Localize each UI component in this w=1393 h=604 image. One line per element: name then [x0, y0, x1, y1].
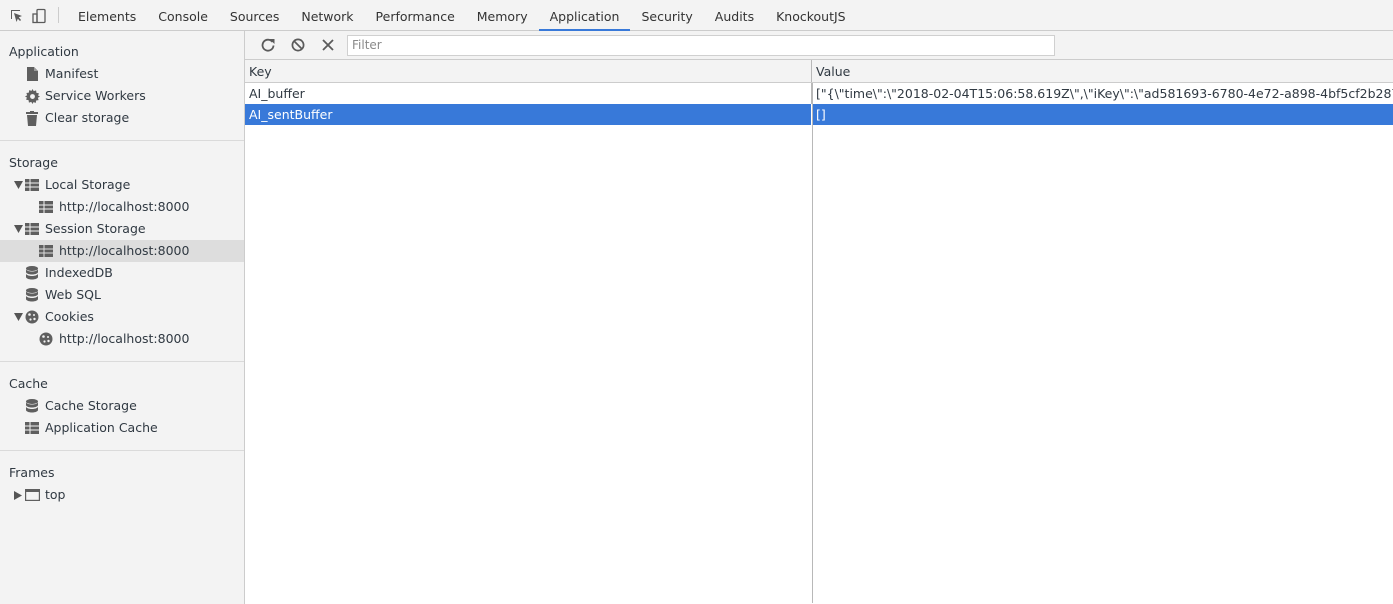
column-header-value[interactable]: Value — [812, 60, 1393, 82]
grid-header: Key Value — [245, 60, 1393, 83]
sidebar-item-frame-top[interactable]: top — [0, 484, 244, 506]
triangle-right-icon[interactable] — [12, 490, 24, 500]
sidebar-item-label: Cache Storage — [45, 398, 137, 413]
tab-performance[interactable]: Performance — [365, 0, 466, 31]
triangle-down-icon[interactable] — [12, 313, 24, 321]
table-row[interactable]: AI_sentBuffer [] — [245, 104, 1393, 125]
sidebar-item-web-sql[interactable]: Web SQL — [0, 284, 244, 306]
sidebar-item-session-storage-origin[interactable]: http://localhost:8000 — [0, 240, 244, 262]
cell-key[interactable]: AI_sentBuffer — [245, 104, 812, 125]
section-application: Application Manifest Service Workers Cle… — [0, 31, 244, 141]
sidebar-item-cache-storage[interactable]: Cache Storage — [0, 395, 244, 417]
storage-data-grid: Key Value AI_buffer ["{\"time\":\"2018-0… — [245, 60, 1393, 603]
toolbar-divider — [58, 7, 59, 23]
triangle-down-icon[interactable] — [12, 181, 24, 189]
sidebar-item-label: Service Workers — [45, 88, 146, 103]
cell-value[interactable]: [] — [812, 104, 1393, 125]
column-divider[interactable] — [812, 83, 813, 603]
sidebar-item-local-storage-origin[interactable]: http://localhost:8000 — [0, 196, 244, 218]
column-header-key[interactable]: Key — [245, 60, 812, 82]
sidebar-item-label: http://localhost:8000 — [59, 331, 190, 346]
close-icon — [322, 39, 334, 51]
refresh-icon — [261, 38, 275, 52]
database-icon — [24, 398, 40, 414]
sidebar-item-local-storage[interactable]: Local Storage — [0, 174, 244, 196]
sidebar-item-label: top — [45, 487, 66, 502]
table-icon — [38, 199, 54, 215]
tab-elements[interactable]: Elements — [67, 0, 147, 31]
cell-key[interactable]: AI_buffer — [245, 83, 812, 104]
sidebar-item-label: http://localhost:8000 — [59, 243, 190, 258]
tab-application[interactable]: Application — [538, 0, 631, 31]
tab-security[interactable]: Security — [630, 0, 703, 31]
trash-icon — [24, 110, 40, 126]
triangle-down-icon[interactable] — [12, 225, 24, 233]
refresh-button[interactable] — [253, 31, 283, 60]
storage-toolbar — [245, 31, 1393, 60]
cookie-icon — [24, 309, 40, 325]
sidebar-item-label: Web SQL — [45, 287, 101, 302]
sidebar-item-label: Session Storage — [45, 221, 146, 236]
sidebar-item-session-storage[interactable]: Session Storage — [0, 218, 244, 240]
document-icon — [24, 66, 40, 82]
sidebar-item-indexeddb[interactable]: IndexedDB — [0, 262, 244, 284]
table-icon — [24, 221, 40, 237]
sidebar-item-label: Cookies — [45, 309, 94, 324]
database-icon — [24, 287, 40, 303]
toolbar-icons — [0, 0, 50, 30]
gear-icon — [24, 88, 40, 104]
sidebar-item-application-cache[interactable]: Application Cache — [0, 417, 244, 439]
section-frames: Frames top — [0, 451, 244, 517]
table-icon — [24, 177, 40, 193]
table-row[interactable]: AI_buffer ["{\"time\":\"2018-02-04T15:06… — [245, 83, 1393, 104]
sidebar-item-clear-storage[interactable]: Clear storage — [0, 107, 244, 129]
table-icon — [24, 420, 40, 436]
block-icon — [291, 38, 305, 52]
sidebar-item-cookies[interactable]: Cookies — [0, 306, 244, 328]
tab-memory[interactable]: Memory — [466, 0, 539, 31]
inspect-icon[interactable] — [6, 0, 28, 31]
tab-knockoutjs[interactable]: KnockoutJS — [765, 0, 857, 31]
section-title-cache: Cache — [9, 376, 48, 391]
cell-value[interactable]: ["{\"time\":\"2018-02-04T15:06:58.619Z\"… — [812, 83, 1393, 104]
devtools-tab-strip: Elements Console Sources Network Perform… — [0, 0, 1393, 31]
database-icon — [24, 265, 40, 281]
sidebar-item-label: Application Cache — [45, 420, 158, 435]
sidebar-item-manifest[interactable]: Manifest — [0, 63, 244, 85]
application-sidebar: Application Manifest Service Workers Cle… — [0, 31, 245, 604]
tab-sources[interactable]: Sources — [219, 0, 290, 31]
frame-window-icon — [24, 487, 40, 503]
clear-all-button[interactable] — [283, 31, 313, 60]
sidebar-item-label: Clear storage — [45, 110, 130, 125]
table-icon — [38, 243, 54, 259]
sidebar-item-label: Local Storage — [45, 177, 131, 192]
sidebar-item-label: IndexedDB — [45, 265, 113, 280]
tab-audits[interactable]: Audits — [704, 0, 765, 31]
device-toolbar-icon[interactable] — [28, 0, 50, 31]
sidebar-item-label: http://localhost:8000 — [59, 199, 190, 214]
section-cache: Cache Cache Storage Application Cache — [0, 362, 244, 451]
sidebar-item-cookies-origin[interactable]: http://localhost:8000 — [0, 328, 244, 350]
filter-input[interactable] — [347, 34, 1055, 56]
delete-selected-button[interactable] — [313, 31, 343, 60]
section-storage: Storage Local Storage http://localhost:8… — [0, 141, 244, 362]
sidebar-item-label: Manifest — [45, 66, 99, 81]
sidebar-item-service-workers[interactable]: Service Workers — [0, 85, 244, 107]
cookie-icon — [38, 331, 54, 347]
section-title-frames: Frames — [9, 465, 55, 480]
section-title-application: Application — [9, 44, 79, 59]
tab-console[interactable]: Console — [147, 0, 219, 31]
section-title-storage: Storage — [9, 155, 58, 170]
storage-view: Key Value AI_buffer ["{\"time\":\"2018-0… — [245, 31, 1393, 604]
tab-network[interactable]: Network — [290, 0, 364, 31]
